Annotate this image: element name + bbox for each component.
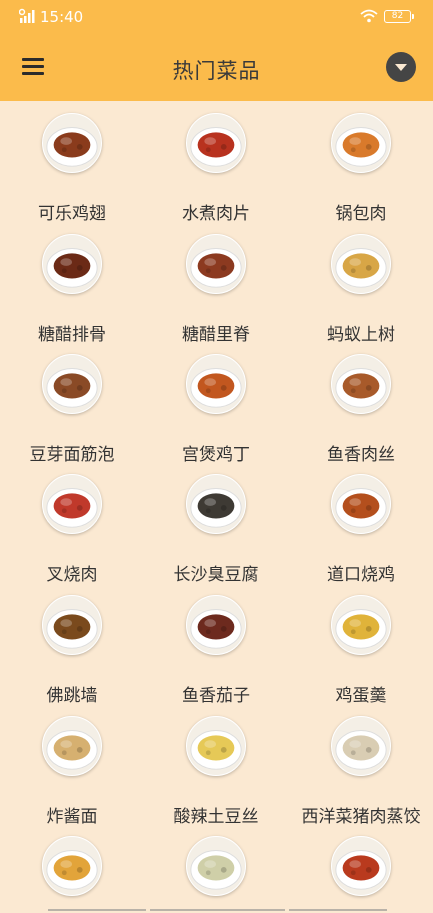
dish-photo [42,113,102,173]
app-screen: 15:40 82 热门菜品 可乐鸡翅 水煮肉片 锅包肉糖醋排骨 糖醋里脊 蚂蚁上树豆芽面… [0,0,433,913]
dish-name: 鱼香茄子 [182,686,250,706]
dish-photo [331,474,391,534]
dish-name: 长沙臭豆腐 [173,565,259,585]
dish-photo [331,595,391,655]
dish-name: 鱼香肉丝 [327,445,395,465]
dish-photo [186,836,246,896]
dish-name: 酸辣土豆丝 [173,807,259,827]
bottom-divider [0,906,433,913]
dish-name: 锅包肉 [335,204,387,224]
dish-name: 豆芽面筋泡 [29,445,115,465]
status-bar: 15:40 82 [0,0,433,34]
dish-photo [42,595,102,655]
dish-photo [42,716,102,776]
app-bar: 15:40 82 热门菜品 [0,0,433,101]
dish-photo [186,474,246,534]
dish-name: 佛跳墙 [46,686,98,706]
dish-name: 可乐鸡翅 [38,204,106,224]
dish-photo [42,354,102,414]
dish-name: 道口烧鸡 [327,565,395,585]
dish-name: 叉烧肉 [46,565,98,585]
dish-photo [186,113,246,173]
status-time: 15:40 [40,8,84,26]
page-title: 热门菜品 [172,59,261,83]
dish-photo [331,836,391,896]
dish-photo [42,234,102,294]
dish-photo [186,234,246,294]
dish-photo [42,836,102,896]
dish-photo [186,716,246,776]
dish-name: 糖醋里脊 [182,325,250,345]
wifi-icon [360,9,378,23]
dish-name: 鸡蛋羹 [335,686,387,706]
dish-photo [331,354,391,414]
chevron-down-icon[interactable] [386,52,416,82]
dish-name: 宫煲鸡丁 [182,445,250,465]
dish-photo [331,234,391,294]
dish-name: 西洋菜猪肉蒸饺 [301,807,421,827]
dish-name: 炸酱面 [46,807,98,827]
dish-name: 水煮肉片 [182,204,250,224]
dish-name: 糖醋排骨 [38,325,106,345]
dish-photo [186,595,246,655]
dish-photo [331,113,391,173]
signal-icon [19,8,35,23]
dish-photo [42,474,102,534]
dish-name: 蚂蚁上树 [327,325,395,345]
battery-icon: 82 [384,10,414,23]
dish-photo [331,716,391,776]
dish-photo [186,354,246,414]
